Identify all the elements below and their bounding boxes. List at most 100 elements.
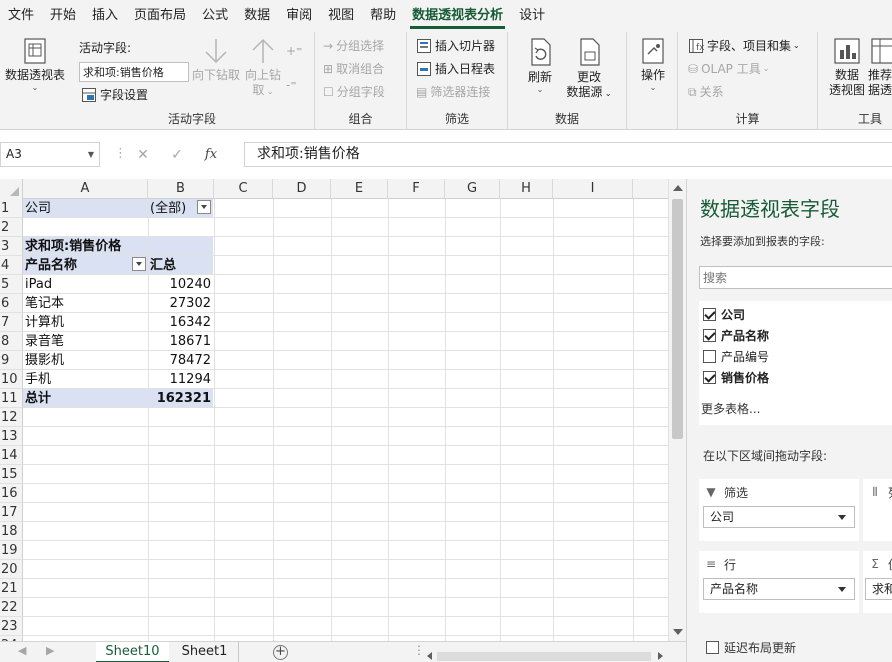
- tab-data[interactable]: 数据: [236, 0, 278, 32]
- column-header-g[interactable]: G: [445, 179, 500, 199]
- grand-total-label[interactable]: 总计: [23, 389, 148, 408]
- tab-design[interactable]: 设计: [511, 0, 553, 32]
- tab-review[interactable]: 审阅: [278, 0, 320, 32]
- row-field-pill[interactable]: 产品名称: [703, 578, 855, 600]
- horizontal-scrollbar[interactable]: [425, 650, 665, 662]
- cancel-icon[interactable]: ✕: [126, 147, 160, 163]
- olap-tools-button[interactable]: ⛁ OLAP 工具 ⌄: [688, 59, 769, 79]
- tab-insert[interactable]: 插入: [84, 0, 126, 32]
- row-header[interactable]: 18: [0, 522, 23, 541]
- cell-b1[interactable]: (全部): [148, 199, 196, 218]
- chevron-down-icon[interactable]: [838, 587, 846, 592]
- row-header[interactable]: 21: [0, 579, 23, 598]
- expand-field-icon[interactable]: +⁼: [286, 44, 302, 58]
- checkbox[interactable]: [703, 328, 716, 342]
- chevron-down-icon[interactable]: ▼: [88, 143, 94, 166]
- row-header[interactable]: 4: [0, 256, 23, 275]
- row-header[interactable]: 3: [0, 237, 23, 256]
- drill-up-button[interactable]: 向上钻 取 ⌄: [242, 36, 284, 99]
- pivot-item-value[interactable]: 27302: [148, 294, 213, 313]
- cell-a4[interactable]: 产品名称: [23, 256, 133, 275]
- checkbox[interactable]: [703, 307, 716, 321]
- defer-layout-update[interactable]: 延迟布局更新: [706, 639, 796, 656]
- row-header[interactable]: 23: [0, 617, 23, 636]
- enter-icon[interactable]: ✓: [160, 147, 194, 163]
- horizontal-scrollbar-thumb[interactable]: [437, 652, 651, 661]
- row-header[interactable]: 8: [0, 332, 23, 351]
- field-settings-button[interactable]: 字段设置: [81, 85, 148, 105]
- chevron-down-icon[interactable]: [838, 515, 846, 520]
- formula-input[interactable]: 求和项:销售价格: [244, 142, 892, 167]
- column-header-c[interactable]: C: [214, 179, 273, 199]
- field-item-product-id[interactable]: 产品编号: [703, 347, 769, 365]
- checkbox[interactable]: [703, 349, 716, 363]
- column-header-b[interactable]: B: [148, 179, 214, 199]
- active-field-input[interactable]: [79, 62, 189, 82]
- actions-button[interactable]: 操作 ⌄: [632, 36, 674, 93]
- pivotchart-button[interactable]: 数据 透视图: [827, 36, 867, 98]
- filter-field-pill[interactable]: 公司: [703, 506, 855, 528]
- scroll-up-icon[interactable]: [673, 185, 683, 191]
- pivot-item-name[interactable]: 笔记本: [23, 294, 148, 313]
- value-field-pill[interactable]: 求和项:销售价格: [865, 578, 892, 600]
- drill-down-button[interactable]: 向下钻取: [189, 36, 243, 83]
- cell-a3[interactable]: 求和项:销售价格: [23, 237, 213, 256]
- row-header[interactable]: 16: [0, 484, 23, 503]
- row-header[interactable]: 15: [0, 465, 23, 484]
- grand-total-value[interactable]: 162321: [148, 389, 213, 408]
- row-header[interactable]: 2: [0, 218, 23, 237]
- filter-dropdown-button[interactable]: [197, 200, 211, 214]
- insert-function-icon[interactable]: fx: [194, 147, 228, 162]
- column-header-f[interactable]: F: [388, 179, 445, 199]
- row-header[interactable]: 9: [0, 351, 23, 370]
- scroll-left-icon[interactable]: [427, 652, 432, 660]
- pivot-item-name[interactable]: 手机: [23, 370, 148, 389]
- tab-file[interactable]: 文件: [0, 0, 42, 32]
- tab-page-layout[interactable]: 页面布局: [126, 0, 194, 32]
- column-header-h[interactable]: H: [500, 179, 553, 199]
- group-selection-button[interactable]: → 分组选择: [323, 36, 384, 56]
- scroll-right-icon[interactable]: [658, 652, 663, 660]
- scroll-down-icon[interactable]: [673, 629, 683, 635]
- field-item-company[interactable]: 公司: [703, 305, 745, 323]
- insert-timeline-button[interactable]: 插入日程表: [416, 59, 495, 79]
- row-header[interactable]: 20: [0, 560, 23, 579]
- cell-b4[interactable]: 汇总: [148, 256, 213, 275]
- row-header[interactable]: 6: [0, 294, 23, 313]
- row-header[interactable]: 17: [0, 503, 23, 522]
- pivot-item-value[interactable]: 16342: [148, 313, 213, 332]
- tab-help[interactable]: 帮助: [362, 0, 404, 32]
- row-header[interactable]: 7: [0, 313, 23, 332]
- field-search-input[interactable]: [699, 266, 892, 289]
- values-area[interactable]: Σ 值 求和项:销售价格: [863, 551, 892, 613]
- next-sheet-icon[interactable]: ▶: [46, 644, 54, 657]
- tab-formulas[interactable]: 公式: [194, 0, 236, 32]
- prev-sheet-icon[interactable]: ◀: [18, 644, 26, 657]
- pivot-item-value[interactable]: 18671: [148, 332, 213, 351]
- scrollbar-thumb[interactable]: [672, 199, 683, 439]
- rows-area[interactable]: ≡ 行 产品名称: [699, 551, 859, 613]
- row-header[interactable]: 22: [0, 598, 23, 617]
- vertical-scrollbar[interactable]: [668, 179, 686, 641]
- column-header-e[interactable]: E: [331, 179, 388, 199]
- collapse-field-icon[interactable]: -⁼: [286, 78, 297, 92]
- sheet-tab-sheet10[interactable]: Sheet10: [96, 642, 169, 662]
- name-box[interactable]: A3 ▼: [0, 142, 100, 167]
- cell-a1[interactable]: 公司: [23, 199, 148, 218]
- row-header[interactable]: 19: [0, 541, 23, 560]
- pivottable-button[interactable]: 数据透视表 ⌄: [2, 36, 68, 93]
- pivot-item-value[interactable]: 10240: [148, 275, 213, 294]
- sheet-tab-sheet1[interactable]: Sheet1: [171, 642, 239, 662]
- pivot-item-value[interactable]: 11294: [148, 370, 213, 389]
- select-all-corner[interactable]: [0, 179, 23, 199]
- column-header-i[interactable]: I: [553, 179, 633, 199]
- filters-area[interactable]: ▼ 筛选 公司: [699, 479, 859, 541]
- columns-area[interactable]: ⦀ 列: [863, 479, 892, 541]
- refresh-button[interactable]: 刷新 ⌄: [520, 36, 560, 95]
- relationships-button[interactable]: ⧉ 关系: [688, 82, 724, 102]
- recommended-pivottables-button[interactable]: 推荐 据透: [868, 36, 892, 98]
- tab-view[interactable]: 视图: [320, 0, 362, 32]
- insert-slicer-button[interactable]: 插入切片器: [416, 36, 495, 56]
- tab-home[interactable]: 开始: [42, 0, 84, 32]
- checkbox[interactable]: [703, 370, 716, 384]
